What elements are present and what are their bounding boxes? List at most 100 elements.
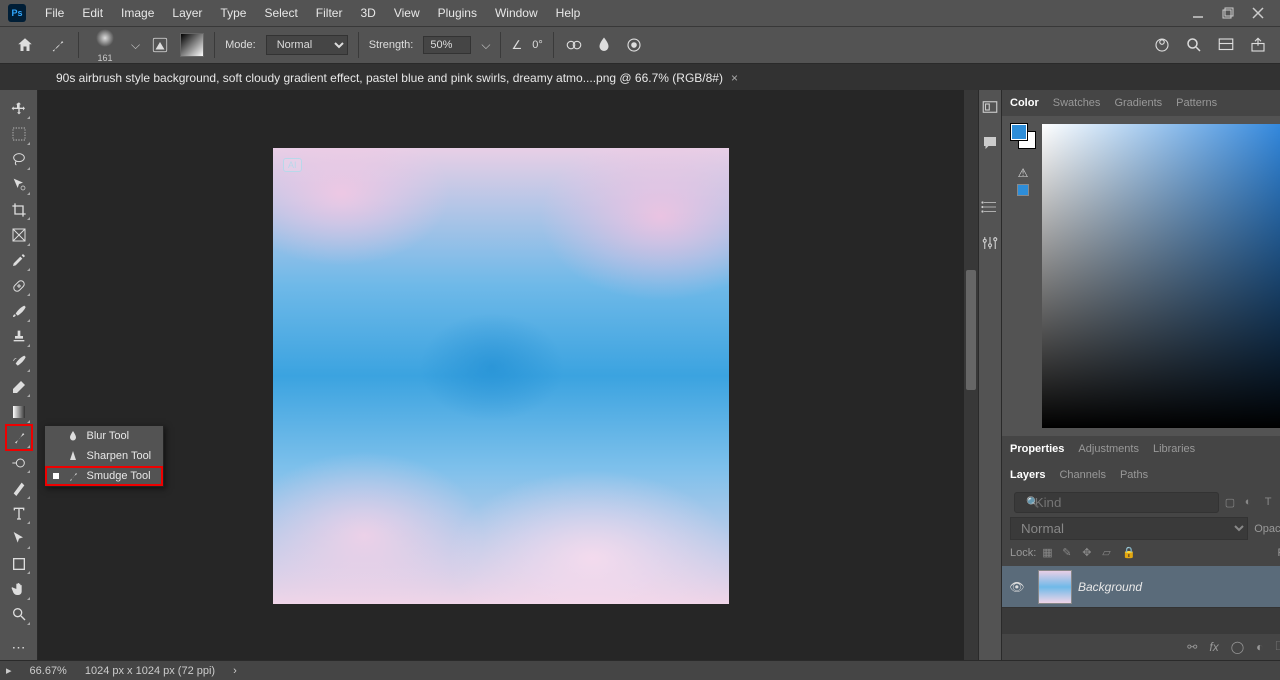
layer-row[interactable]: 👁 Background 🔒 (1002, 566, 1280, 608)
zoom-level[interactable]: 66.67% (30, 665, 67, 677)
close-button[interactable] (1250, 5, 1266, 21)
history-brush-tool[interactable] (6, 349, 32, 374)
layer-thumbnail[interactable] (1038, 570, 1072, 604)
mode-select[interactable]: Normal (266, 35, 348, 55)
color-swatches[interactable] (1011, 124, 1035, 148)
lock-image-icon[interactable]: ✎ (1062, 546, 1076, 560)
toolbar-expand-icon[interactable]: ▸ (6, 664, 12, 677)
strength-chevron-icon[interactable]: ⌵ (481, 38, 490, 53)
shape-tool[interactable] (6, 551, 32, 576)
share-icon[interactable] (1248, 35, 1268, 55)
status-chevron-icon[interactable]: › (233, 665, 237, 677)
tab-adjustments[interactable]: Adjustments (1078, 443, 1139, 455)
angle-value[interactable]: 0° (532, 39, 543, 51)
lasso-tool[interactable] (6, 147, 32, 172)
canvas[interactable]: AI (273, 148, 729, 604)
filter-text-icon[interactable]: T (1265, 496, 1279, 510)
link-layers-icon[interactable]: ⚯ (1187, 640, 1197, 654)
brush-tool[interactable] (6, 298, 32, 323)
tool-preset-icon[interactable] (48, 35, 68, 55)
pressure-opacity-icon[interactable] (564, 35, 584, 55)
menu-filter[interactable]: Filter (307, 2, 352, 24)
brush-chevron-icon[interactable]: ⌵ (131, 38, 140, 53)
comments-dock-icon[interactable] (979, 132, 1001, 154)
menu-3d[interactable]: 3D (351, 2, 384, 24)
smudge-tool[interactable]: Blur Tool Sharpen Tool Smudge Tool (6, 425, 32, 450)
tab-channels[interactable]: Channels (1059, 469, 1105, 481)
canvas-area[interactable]: AI (38, 90, 964, 660)
adjustment-layer-icon[interactable]: ◐ (1256, 640, 1263, 654)
menu-type[interactable]: Type (211, 2, 255, 24)
layer-filter-input[interactable] (1014, 492, 1219, 513)
color-field[interactable] (1042, 124, 1280, 428)
hand-tool[interactable] (6, 576, 32, 601)
marquee-tool[interactable] (6, 121, 32, 146)
flyout-smudge-tool[interactable]: Smudge Tool (45, 466, 163, 486)
menu-select[interactable]: Select (255, 2, 306, 24)
stamp-tool[interactable] (6, 324, 32, 349)
lock-artboard-icon[interactable]: ▱ (1102, 546, 1116, 560)
move-tool[interactable] (6, 96, 32, 121)
lock-position-icon[interactable]: ✥ (1082, 546, 1096, 560)
gradient-tool[interactable] (6, 399, 32, 424)
zoom-tool[interactable] (6, 602, 32, 627)
eraser-tool[interactable] (6, 374, 32, 399)
brush-settings-icon[interactable] (150, 35, 170, 55)
minimize-button[interactable] (1190, 5, 1206, 21)
gradient-preview[interactable] (180, 33, 204, 57)
fx-icon[interactable]: fx (1209, 640, 1218, 654)
menu-plugins[interactable]: Plugins (429, 2, 486, 24)
workspace-icon[interactable] (1216, 35, 1236, 55)
gamut-warn-icon[interactable]: ⚠ (1018, 166, 1029, 180)
websafe-icon[interactable] (1017, 184, 1029, 196)
filter-image-icon[interactable]: ▢ (1225, 496, 1239, 510)
menu-edit[interactable]: Edit (73, 2, 112, 24)
tab-patterns[interactable]: Patterns (1176, 97, 1217, 109)
libraries-dock-icon[interactable] (979, 196, 1001, 218)
path-select-tool[interactable] (6, 526, 32, 551)
menu-view[interactable]: View (385, 2, 429, 24)
frame-tool[interactable] (6, 222, 32, 247)
dodge-tool[interactable] (6, 450, 32, 475)
strength-value[interactable]: 50% (423, 36, 471, 54)
brush-preview[interactable]: 161 (89, 29, 121, 61)
lock-all-icon[interactable]: 🔒 (1122, 546, 1136, 560)
tab-paths[interactable]: Paths (1120, 469, 1148, 481)
finger-painting-icon[interactable] (594, 35, 614, 55)
adjustments-dock-icon[interactable] (979, 232, 1001, 254)
blend-mode-select[interactable]: Normal (1010, 517, 1248, 540)
search-icon[interactable] (1184, 35, 1204, 55)
vertical-scrollbar[interactable] (964, 90, 978, 660)
close-tab-icon[interactable]: × (731, 71, 738, 85)
tab-libraries[interactable]: Libraries (1153, 443, 1195, 455)
flyout-blur-tool[interactable]: Blur Tool (45, 426, 163, 446)
tab-gradients[interactable]: Gradients (1114, 97, 1162, 109)
tab-color[interactable]: Color (1010, 97, 1039, 109)
layer-name[interactable]: Background (1078, 580, 1280, 594)
history-dock-icon[interactable] (979, 96, 1001, 118)
tab-layers[interactable]: Layers (1010, 469, 1045, 481)
cloud-sync-icon[interactable] (1152, 35, 1172, 55)
menu-image[interactable]: Image (112, 2, 163, 24)
visibility-toggle-icon[interactable]: 👁 (1002, 580, 1032, 594)
crop-tool[interactable] (6, 197, 32, 222)
menu-help[interactable]: Help (547, 2, 590, 24)
menu-layer[interactable]: Layer (163, 2, 211, 24)
pen-tool[interactable] (6, 475, 32, 500)
lock-transparency-icon[interactable]: ▦ (1042, 546, 1056, 560)
eyedropper-tool[interactable] (6, 248, 32, 273)
healing-tool[interactable] (6, 273, 32, 298)
tab-swatches[interactable]: Swatches (1053, 97, 1101, 109)
home-button[interactable] (12, 32, 38, 58)
fg-color-swatch[interactable] (1011, 124, 1027, 140)
filter-adjust-icon[interactable]: ◐ (1245, 496, 1259, 510)
flyout-sharpen-tool[interactable]: Sharpen Tool (45, 446, 163, 466)
menu-file[interactable]: File (36, 2, 73, 24)
document-tab[interactable]: 90s airbrush style background, soft clou… (46, 64, 746, 90)
maximize-button[interactable] (1220, 5, 1236, 21)
mask-icon[interactable]: ◯ (1231, 640, 1244, 654)
menu-window[interactable]: Window (486, 2, 547, 24)
group-icon[interactable]: 🗀 (1275, 637, 1280, 658)
quick-select-tool[interactable] (6, 172, 32, 197)
edit-toolbar-icon[interactable]: ⋯ (6, 635, 32, 660)
